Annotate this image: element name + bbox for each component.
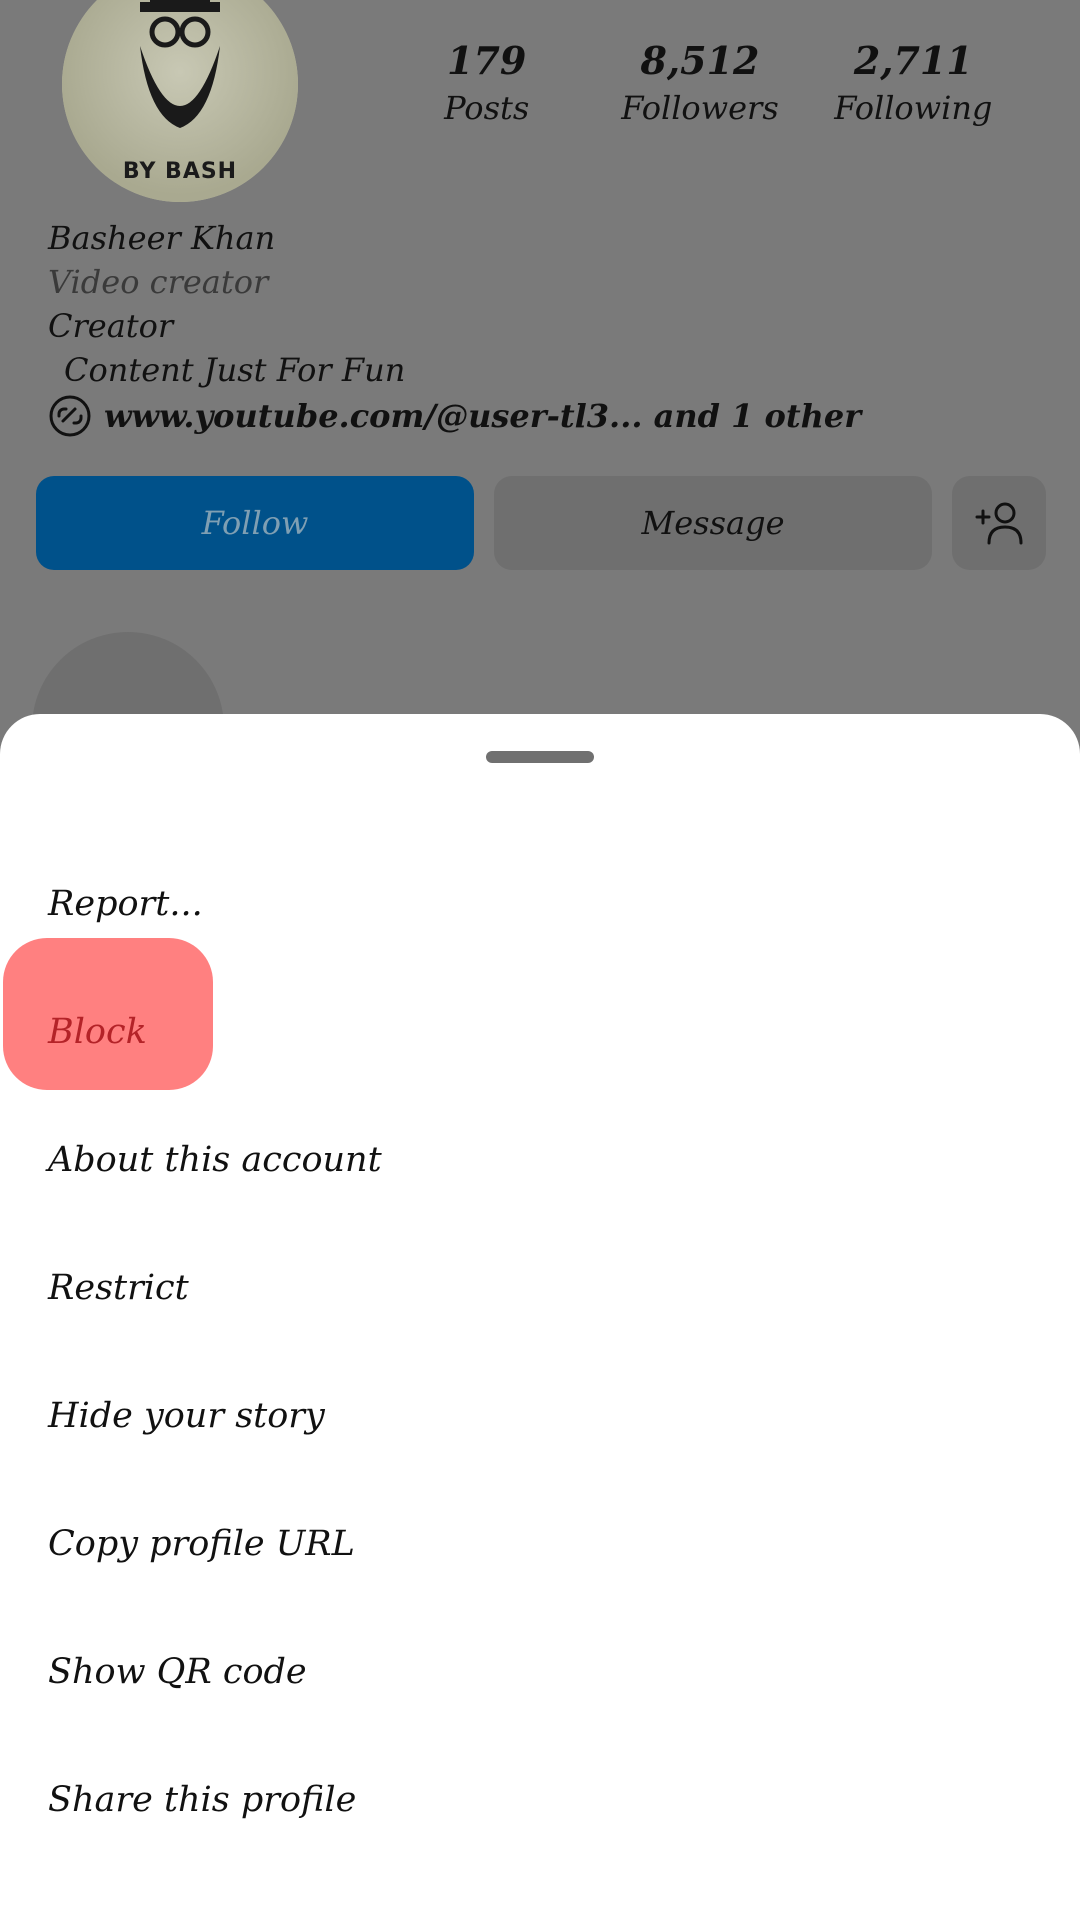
menu-item-copy-url[interactable]: Copy profile URL bbox=[0, 1480, 1080, 1608]
options-bottom-sheet: Report... Block About this account Restr… bbox=[0, 714, 1080, 1920]
profile-category: Video creator bbox=[48, 263, 269, 301]
profile-name: Basheer Khan bbox=[48, 219, 276, 257]
link-icon bbox=[49, 395, 91, 437]
bio-line-2: Content Just For Fun bbox=[64, 351, 406, 389]
stat-followers[interactable]: 8,512 Followers bbox=[593, 36, 806, 130]
menu-item-show-qr[interactable]: Show QR code bbox=[0, 1608, 1080, 1736]
profile-header: BY BASH 179 Posts 8,512 Followers 2,711 … bbox=[0, 0, 1080, 824]
profile-link[interactable]: www.youtube.com/@user-tl3... and 1 other bbox=[48, 394, 861, 438]
profile-link-text: www.youtube.com/@user-tl3... and 1 other bbox=[104, 397, 862, 435]
suggest-users-button[interactable] bbox=[952, 476, 1046, 570]
menu-item-about-account[interactable]: About this account bbox=[0, 1096, 1080, 1224]
menu-item-share-profile[interactable]: Share this profile bbox=[0, 1736, 1080, 1864]
bio-line-1: Creator bbox=[48, 307, 174, 345]
options-menu: Report... Block About this account Restr… bbox=[0, 840, 1080, 1864]
profile-bio: Basheer Khan Video creator Creator Conte… bbox=[48, 216, 861, 438]
menu-item-restrict[interactable]: Restrict bbox=[0, 1224, 1080, 1352]
menu-item-block[interactable]: Block bbox=[0, 968, 1080, 1096]
profile-avatar[interactable]: BY BASH bbox=[62, 0, 298, 202]
add-person-icon bbox=[975, 502, 1023, 545]
avatar-badge-text: BY BASH bbox=[122, 159, 238, 184]
menu-item-report[interactable]: Report... bbox=[0, 840, 1080, 968]
stat-posts[interactable]: 179 Posts bbox=[380, 36, 593, 130]
follow-button[interactable]: Follow bbox=[36, 476, 474, 570]
stat-value: 2,711 bbox=[853, 38, 973, 83]
message-button[interactable]: Message bbox=[494, 476, 932, 570]
menu-item-hide-story[interactable]: Hide your story bbox=[0, 1352, 1080, 1480]
stat-value: 179 bbox=[447, 38, 527, 83]
stat-label: Posts bbox=[444, 89, 530, 127]
profile-actions: Follow Message bbox=[36, 476, 1046, 570]
stat-following[interactable]: 2,711 Following bbox=[807, 36, 1020, 130]
profile-stats: 179 Posts 8,512 Followers 2,711 Followin… bbox=[380, 36, 1020, 130]
sheet-drag-handle[interactable] bbox=[486, 751, 594, 763]
stat-value: 8,512 bbox=[640, 38, 760, 83]
stat-label: Followers bbox=[621, 89, 779, 127]
stat-label: Following bbox=[834, 89, 993, 127]
